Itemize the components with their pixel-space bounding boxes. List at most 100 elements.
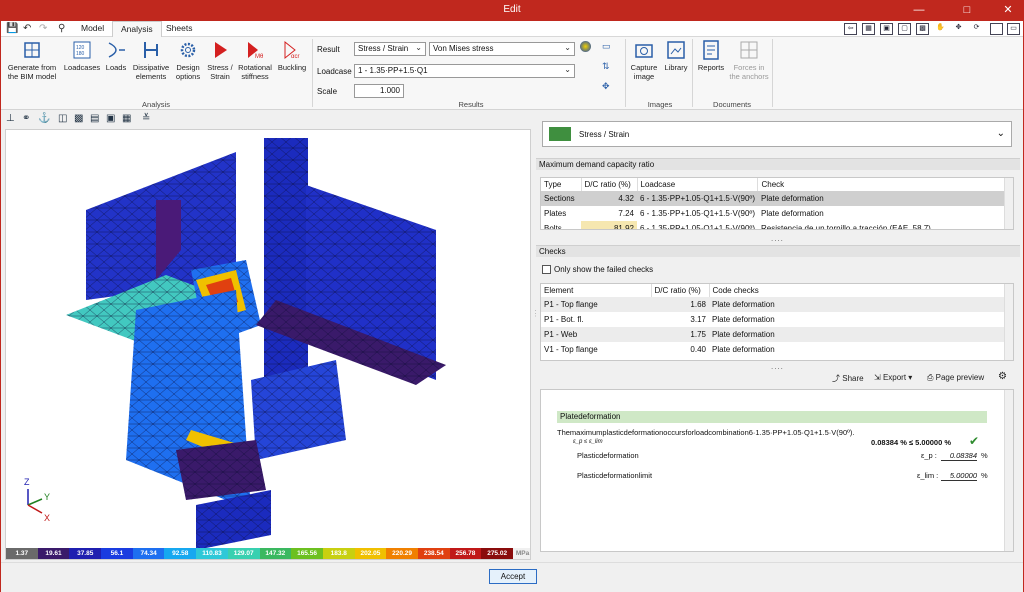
forces-anchors-button[interactable]: Forces in the anchors	[729, 39, 769, 81]
design-options-button[interactable]: Design options	[173, 39, 203, 81]
view-icon-5[interactable]: ▩	[916, 23, 929, 35]
tab-sheets[interactable]: Sheets	[158, 21, 200, 37]
toggle-icon-1[interactable]: ▭	[602, 41, 611, 52]
failed-only-checkbox[interactable]	[542, 265, 551, 274]
checks-table: Element D/C ratio (%) Code checks P1 - T…	[540, 283, 1014, 361]
separator	[692, 39, 693, 107]
rotate-icon[interactable]: ⟳	[970, 23, 983, 35]
orbit-icon[interactable]: ⚭	[22, 113, 30, 124]
undo-icon[interactable]: ↶	[23, 23, 31, 34]
column-header[interactable]: Check	[757, 178, 1013, 191]
column-header[interactable]: Code checks	[709, 284, 1013, 297]
library-button[interactable]: Library	[662, 39, 690, 72]
toggle-icon-2[interactable]: ⇅	[602, 61, 610, 72]
reports-button[interactable]: Reports	[695, 39, 727, 72]
tab-analysis[interactable]: Analysis	[112, 21, 162, 37]
plastic-limit-unit: %	[981, 471, 988, 480]
bim-icon	[24, 42, 40, 58]
pan-icon[interactable]: ✋	[934, 23, 947, 35]
loads-button[interactable]: Loads	[103, 39, 129, 72]
max-dc-header: Maximum demand capacity ratio	[536, 158, 1020, 170]
table-row[interactable]: Sections 4.32 6 - 1.35·PP+1.05·Q1+1.5·V(90…	[541, 191, 1013, 206]
scrollbar[interactable]	[1004, 178, 1013, 229]
legend-value: 37.85	[69, 548, 102, 559]
redo-icon[interactable]: ↷	[39, 23, 47, 34]
share-button[interactable]: ⤴ Share	[832, 373, 864, 384]
stress-strain-button[interactable]: Stress / Strain	[205, 39, 235, 81]
cell: 1.68	[651, 297, 709, 312]
section-icon[interactable]: ◫	[58, 113, 67, 124]
svg-text:αcr: αcr	[291, 54, 299, 60]
mesh-icon[interactable]: ▦	[122, 113, 131, 124]
page-preview-label: Page preview	[935, 373, 985, 382]
loadcase-select[interactable]: 1 - 1.35·PP+1.5·Q1 ⌄	[354, 64, 575, 78]
page-preview-button[interactable]: ⎙ Page preview	[927, 373, 984, 383]
table-row[interactable]: V1 - Top flange 0.40 Plate deformation	[541, 342, 1013, 357]
generate-bim-button[interactable]: Generate from the BIM model	[3, 39, 61, 81]
results-group-label: Results	[458, 100, 484, 109]
window-mode-icon[interactable]	[990, 23, 1003, 35]
gear-icon[interactable]: ⚙	[998, 371, 1007, 382]
legend-value: 19.61	[37, 548, 70, 559]
search-icon[interactable]: ⚲	[58, 23, 65, 34]
checks-header: Checks	[536, 245, 1020, 257]
beam-icon[interactable]: ▤	[90, 113, 99, 124]
table-row[interactable]: P1 - Web 1.75 Plate deformation	[541, 327, 1013, 342]
legend-value: 183.8	[322, 548, 355, 559]
view-icon-1[interactable]: ⇦	[844, 23, 857, 35]
view-icon-2[interactable]: ▦	[862, 23, 875, 35]
table-row[interactable]: P1 - Bot. fl. 3.17 Plate deformation	[541, 312, 1013, 327]
cell: P1 - Web	[541, 327, 651, 342]
plastic-deformation-value: 0.08384	[941, 451, 977, 461]
view-icon-4[interactable]: ▢	[898, 23, 911, 35]
plate-icon[interactable]: ▩	[74, 113, 83, 124]
tab-model[interactable]: Model	[73, 21, 112, 37]
forces-anchors-label: Forces in the anchors	[729, 63, 769, 81]
column-header[interactable]: Type	[541, 178, 582, 191]
scrollbar[interactable]	[1004, 284, 1013, 360]
result-selector-value: Stress / Strain	[579, 130, 630, 139]
minimize-icon[interactable]: —	[905, 2, 933, 19]
table-row[interactable]: Plates 7.24 6 - 1.35·PP+1.05·Q1+1.5·V(90º)…	[541, 206, 1013, 221]
share-icon: ⤴	[832, 374, 843, 383]
save-icon[interactable]: 💾	[6, 23, 18, 34]
scrollbar[interactable]	[1004, 390, 1013, 551]
anchor-icon[interactable]: ⚓	[38, 113, 50, 124]
column-header[interactable]: D/C ratio (%)	[651, 284, 710, 297]
scale-input[interactable]: 1.000	[354, 84, 404, 98]
result-value-select[interactable]: Von Mises stress ⌄	[429, 42, 575, 56]
axis-z-label: Z	[24, 477, 30, 487]
column-header[interactable]: Loadcase	[637, 178, 759, 191]
resize-grip[interactable]: ....	[771, 362, 784, 371]
table-row[interactable]: P1 - Top flange 1.68 Plate deformation	[541, 297, 1013, 312]
column-header[interactable]: D/C ratio (%)	[581, 178, 638, 191]
rotational-stiffness-button[interactable]: Mθ Rotational stiffness	[237, 39, 273, 81]
maximize-icon[interactable]: □	[953, 2, 981, 19]
table-row[interactable]: Bolts 81.92 6 - 1.35·PP+1.05·Q1+1.5·V(90º)…	[541, 221, 1013, 230]
screen-icon[interactable]: ▭	[1007, 23, 1020, 35]
move-icon[interactable]: ✥	[952, 23, 965, 35]
accept-button[interactable]: Accept	[489, 569, 537, 584]
cell: 6 - 1.35·PP+1.05·Q1+1.5·V(90º)	[640, 224, 755, 230]
close-icon[interactable]: ✕	[994, 2, 1022, 19]
dissipative-elements-button[interactable]: Dissipative elements	[131, 39, 171, 81]
cell: Bolts	[544, 224, 562, 230]
resize-grip[interactable]: ....	[771, 234, 784, 243]
3d-toggle-icon[interactable]: ≚	[142, 113, 150, 124]
legend-unit: MPa	[513, 548, 530, 559]
toggle-icon-3[interactable]: ✥	[602, 81, 610, 92]
stress-model[interactable]: Z Y X	[6, 130, 531, 550]
column-header[interactable]: Element	[541, 284, 652, 297]
loadcase-label: Loadcase	[317, 67, 352, 76]
cube-icon[interactable]: ▣	[106, 113, 115, 124]
3d-viewport[interactable]: Z Y X 1.37 19.61 37.85 56.1 74.34 92.58 110.83…	[5, 129, 531, 560]
view-icon-3[interactable]: ▣	[880, 23, 893, 35]
capture-image-button[interactable]: Capture image	[628, 39, 660, 81]
buckling-button[interactable]: αcr Buckling	[275, 39, 309, 72]
result-type-select[interactable]: Stress / Strain ⌄	[354, 42, 426, 56]
loadcases-button[interactable]: 120 180 Loadcases	[63, 39, 101, 72]
result-selector[interactable]: Stress / Strain ⌄	[542, 121, 1012, 147]
export-button[interactable]: ⇲ Export ▾	[874, 373, 912, 382]
axes-icon[interactable]: ⊥	[6, 113, 15, 124]
colormap-icon[interactable]	[580, 41, 591, 52]
